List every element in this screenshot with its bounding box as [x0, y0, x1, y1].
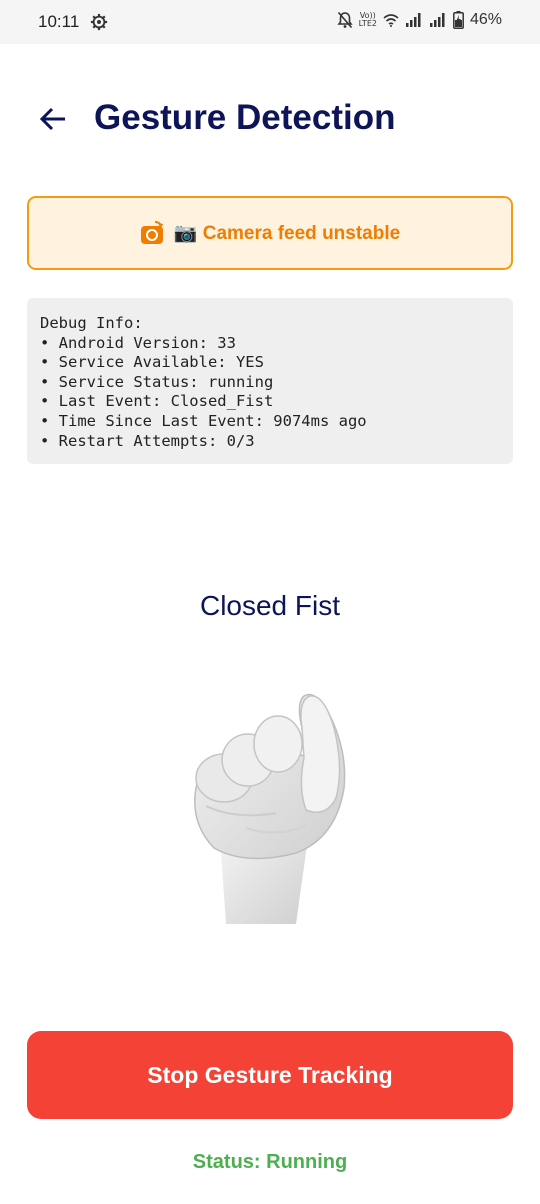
debug-line: • Restart Attempts: 0/3: [40, 431, 255, 450]
status-icons: Vo)) LTE2 46%: [336, 11, 502, 29]
debug-line: • Android Version: 33: [40, 333, 236, 352]
camera-switch-icon: [140, 221, 163, 244]
battery-charging-icon: [453, 11, 464, 29]
debug-line: • Last Event: Closed_Fist: [40, 392, 274, 411]
bell-muted-icon: [336, 11, 353, 29]
status-time: 10:11: [38, 12, 80, 31]
status-bar: 10:11 Vo)) LTE2 46%: [0, 0, 540, 44]
closed-fist-image: [194, 693, 346, 924]
debug-line: • Service Available: YES: [40, 353, 264, 372]
debug-info-panel: Debug Info: • Android Version: 33 • Serv…: [27, 298, 513, 464]
camera-warning-banner: 📷 Camera feed unstable: [27, 196, 513, 270]
debug-line: • Service Status: running: [40, 372, 274, 391]
battery-percent: 46%: [469, 11, 502, 28]
back-arrow-icon[interactable]: [38, 102, 68, 136]
debug-line: • Time Since Last Event: 9074ms ago: [40, 411, 367, 430]
stop-button-label: Stop Gesture Tracking: [147, 1061, 393, 1088]
stop-gesture-tracking-button[interactable]: Stop Gesture Tracking: [27, 1031, 513, 1119]
wifi-icon: [383, 14, 399, 27]
camera-warning-text: 📷 Camera feed unstable: [173, 223, 401, 244]
signal-icon-sim2: [429, 13, 445, 27]
signal-icon-sim1: [405, 13, 421, 27]
volte-indicator: Vo)) LTE2: [358, 11, 377, 28]
tracking-status-text: Status: Running: [192, 1151, 348, 1173]
detected-gesture-label: Closed Fist: [199, 590, 341, 621]
settings-gear-icon: [90, 13, 108, 31]
debug-line: Debug Info:: [40, 314, 143, 332]
page-title: Gesture Detection: [94, 98, 396, 137]
